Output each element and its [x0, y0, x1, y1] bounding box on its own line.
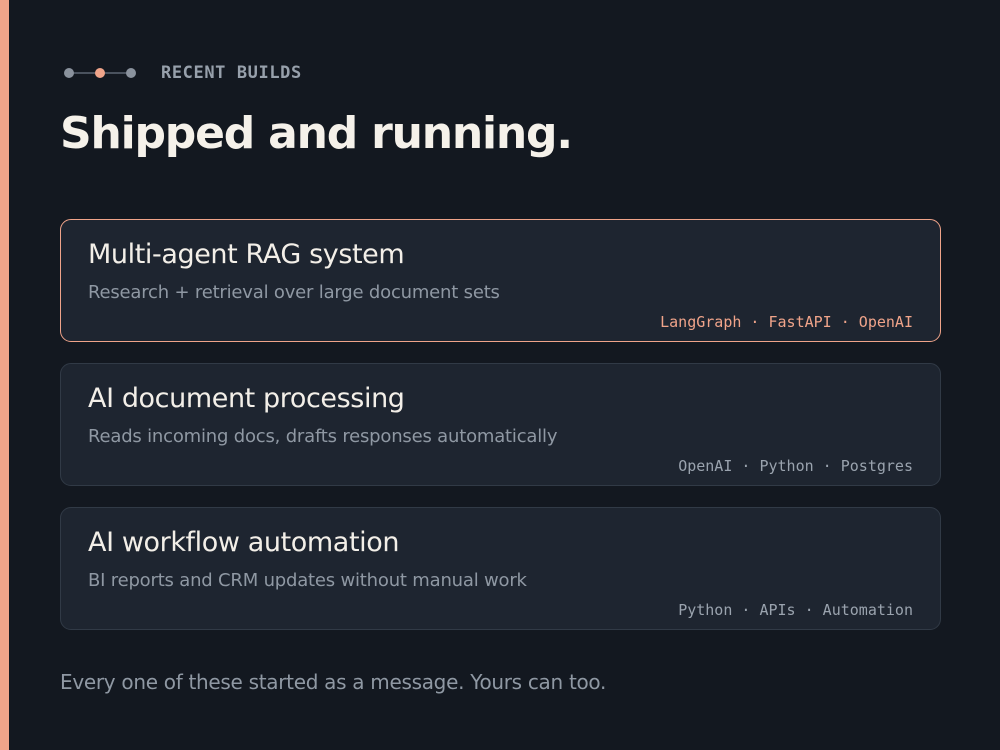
timeline-dots-icon: [62, 60, 138, 86]
project-description: Research + retrieval over large document…: [88, 282, 500, 303]
project-card-rag[interactable]: Multi-agent RAG system Research + retrie…: [60, 219, 941, 342]
project-tech-tags: LangGraph · FastAPI · OpenAI: [660, 313, 913, 331]
project-list: Multi-agent RAG system Research + retrie…: [60, 219, 941, 651]
project-description: BI reports and CRM updates without manua…: [88, 570, 527, 591]
project-title: AI workflow automation: [88, 527, 400, 558]
project-description: Reads incoming docs, drafts responses au…: [88, 426, 558, 447]
project-card-document-processing[interactable]: AI document processing Reads incoming do…: [60, 363, 941, 486]
project-title: Multi-agent RAG system: [88, 239, 405, 270]
project-tech-tags: Python · APIs · Automation: [678, 601, 913, 619]
eyebrow-label: RECENT BUILDS: [161, 63, 302, 83]
page-title: Shipped and running.: [60, 108, 573, 159]
project-card-workflow-automation[interactable]: AI workflow automation BI reports and CR…: [60, 507, 941, 630]
left-accent-bar: [0, 0, 9, 750]
footer-note: Every one of these started as a message.…: [60, 670, 607, 694]
project-title: AI document processing: [88, 383, 405, 414]
section-eyebrow: RECENT BUILDS: [62, 60, 302, 86]
project-tech-tags: OpenAI · Python · Postgres: [678, 457, 913, 475]
